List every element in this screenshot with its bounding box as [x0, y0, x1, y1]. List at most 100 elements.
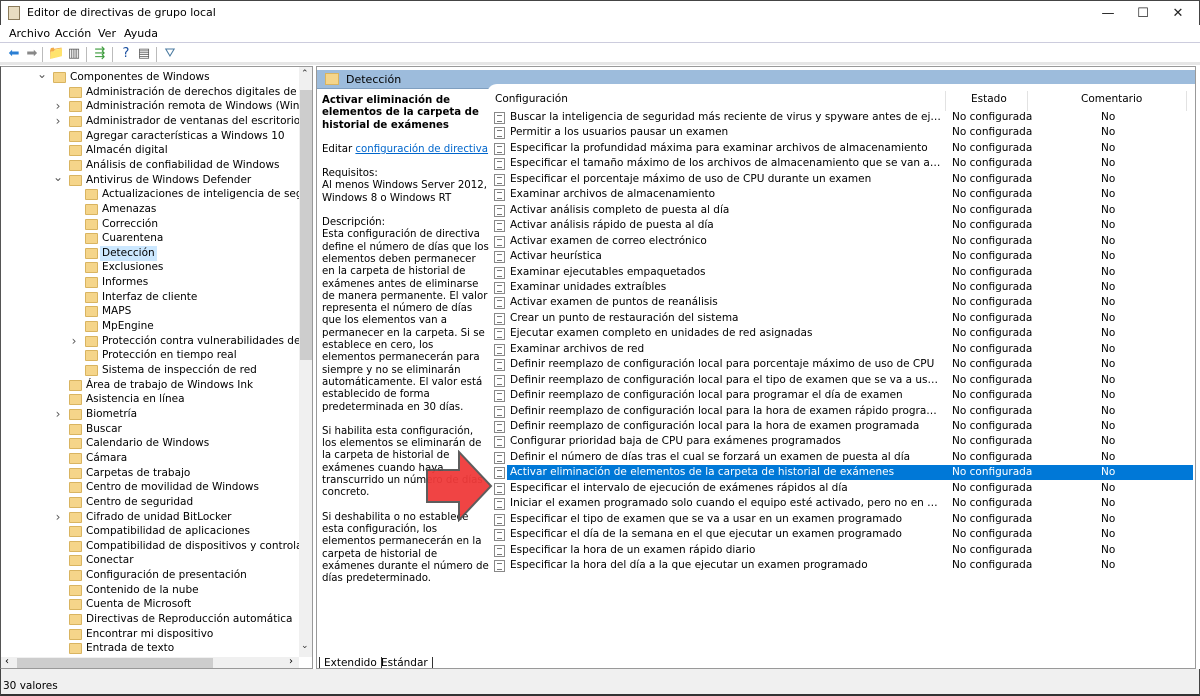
- tree-item[interactable]: Carpetas de trabajo: [1, 466, 299, 481]
- menu-accion[interactable]: Acción: [55, 27, 91, 40]
- tree-item[interactable]: Administración de derechos digitales de …: [1, 85, 312, 100]
- tree-item[interactable]: MpEngine: [1, 319, 299, 334]
- tree-item[interactable]: › Administrador de ventanas del escritori…: [1, 114, 301, 129]
- policy-row[interactable]: Activar eliminación de elementos de la c…: [494, 465, 1193, 481]
- policy-row[interactable]: Iniciar el examen programado solo cuando…: [491, 496, 1193, 511]
- policy-row[interactable]: Especificar el tipo de examen que se va …: [491, 512, 1193, 527]
- tree-item[interactable]: Cuarentena: [1, 231, 299, 246]
- column-header-comentario[interactable]: Comentario: [1081, 93, 1142, 109]
- tree-item[interactable]: Compatibilidad de aplicaciones: [1, 524, 299, 539]
- back-arrow-icon[interactable]: ⬅: [6, 46, 22, 62]
- tree-item[interactable]: Detección: [1, 245, 299, 261]
- tree-item[interactable]: Buscar: [1, 422, 299, 437]
- tree-item[interactable]: Amenazas: [1, 202, 299, 217]
- tree-item[interactable]: Análisis de confiabilidad de Windows: [1, 158, 299, 173]
- policy-row[interactable]: Definir reemplazo de configuración local…: [491, 388, 1193, 403]
- tree-item[interactable]: Encontrar mi dispositivo: [1, 627, 299, 642]
- tree-item[interactable]: Centro de seguridad: [1, 495, 299, 510]
- tree-item[interactable]: › Cifrado de unidad BitLocker: [1, 510, 299, 525]
- chevron-right-icon[interactable]: ›: [53, 407, 63, 422]
- tree-item[interactable]: Directivas de Reproducción automática: [1, 612, 299, 627]
- tree-item[interactable]: ⌄ Antivirus de Windows Defender: [1, 170, 299, 188]
- menu-ver[interactable]: Ver: [98, 27, 116, 40]
- tree-item[interactable]: Conectar: [1, 553, 299, 568]
- policy-row[interactable]: Activar examen de puntos de reanálisis No…: [491, 295, 1193, 310]
- tree-item[interactable]: Compatibilidad de dispositivos y control…: [1, 539, 312, 554]
- properties-icon[interactable]: ▤: [136, 46, 152, 62]
- policy-row[interactable]: Especificar el intervalo de ejecución de…: [491, 481, 1193, 496]
- tree-item[interactable]: Protección en tiempo real: [1, 348, 299, 363]
- policy-row[interactable]: Examinar unidades extraíbles No configura…: [491, 280, 1193, 295]
- policy-row[interactable]: Definir el número de días tras el cual s…: [491, 450, 1193, 465]
- policy-row[interactable]: Permitir a los usuarios pausar un examen…: [491, 125, 1193, 140]
- menu-ayuda[interactable]: Ayuda: [124, 27, 158, 40]
- tree-vertical-scrollbar[interactable]: ⌃ ⌄: [299, 67, 312, 657]
- scroll-up-icon[interactable]: ⌃: [301, 69, 309, 79]
- tree-item[interactable]: Cámara: [1, 451, 299, 466]
- tree-item[interactable]: Exclusiones: [1, 260, 299, 275]
- policy-row[interactable]: Especificar el día de la semana en el qu…: [491, 527, 1193, 542]
- chevron-right-icon[interactable]: ›: [53, 510, 63, 525]
- tree-item[interactable]: Asistencia en línea: [1, 392, 299, 407]
- policy-row[interactable]: Especificar el tamaño máximo de los arch…: [491, 156, 1193, 171]
- tree-item[interactable]: › Protección contra vulnerabilidades de s…: [1, 334, 312, 349]
- tree-item[interactable]: Cuenta de Microsoft: [1, 597, 299, 612]
- chevron-down-icon[interactable]: ⌄: [53, 170, 63, 185]
- tree-item[interactable]: Área de trabajo de Windows Ink: [1, 378, 299, 393]
- policy-row[interactable]: Activar heurística No configurada No: [491, 249, 1193, 264]
- tree-item[interactable]: Calendario de Windows: [1, 436, 299, 451]
- policy-row[interactable]: Examinar ejecutables empaquetados No conf…: [491, 265, 1193, 280]
- policy-row[interactable]: Especificar la profundidad máxima para e…: [491, 141, 1193, 156]
- policy-row[interactable]: Ejecutar examen completo en unidades de …: [491, 326, 1193, 341]
- up-folder-icon[interactable]: 📁: [48, 46, 64, 62]
- policy-row[interactable]: Especificar la hora del día a la que eje…: [491, 558, 1193, 573]
- tree-item[interactable]: Entrada de texto: [1, 641, 299, 656]
- tree-item[interactable]: Configuración de presentación: [1, 568, 299, 583]
- column-header-estado[interactable]: Estado: [971, 93, 1007, 109]
- filter-icon[interactable]: ⛛: [162, 46, 178, 62]
- menu-archivo[interactable]: Archivo: [9, 27, 50, 40]
- policy-row[interactable]: Especificar el porcentaje máximo de uso …: [491, 172, 1193, 187]
- policy-row[interactable]: Activar análisis completo de puesta al d…: [491, 203, 1193, 218]
- tree-item[interactable]: › Biometría: [1, 407, 299, 422]
- policy-row[interactable]: Especificar la hora de un examen rápido …: [491, 543, 1193, 558]
- tab-extendido[interactable]: Extendido: [319, 657, 382, 668]
- policy-row[interactable]: Configurar prioridad baja de CPU para ex…: [491, 434, 1193, 449]
- tree-item[interactable]: Centro de movilidad de Windows: [1, 480, 299, 495]
- tree-item[interactable]: Agregar características a Windows 10: [1, 129, 299, 144]
- tree-item[interactable]: Almacén digital: [1, 143, 299, 158]
- export-list-icon[interactable]: ⇶: [92, 46, 108, 62]
- scroll-left-icon[interactable]: ‹: [5, 656, 9, 667]
- tree-item[interactable]: Sistema de inspección de red: [1, 363, 299, 378]
- forward-arrow-icon[interactable]: ➡: [24, 46, 40, 62]
- scroll-down-icon[interactable]: ⌄: [301, 641, 309, 651]
- policy-row[interactable]: Activar examen de correo electrónico No c…: [491, 234, 1193, 249]
- tree-item[interactable]: Contenido de la nube: [1, 583, 299, 598]
- tree-item[interactable]: MAPS: [1, 304, 299, 319]
- edit-policy-link[interactable]: configuración de directiva: [355, 144, 488, 155]
- tree-item[interactable]: › Administración remota de Windows (WinRM…: [1, 99, 312, 114]
- tab-estandar[interactable]: Estándar: [377, 657, 433, 668]
- scrollbar-thumb[interactable]: [300, 90, 312, 360]
- policy-row[interactable]: Definir reemplazo de configuración local…: [491, 373, 1193, 388]
- tree-item[interactable]: ⌄ Componentes de Windows: [1, 67, 299, 85]
- scrollbar-thumb[interactable]: [17, 658, 213, 668]
- policy-row[interactable]: Examinar archivos de red No configurada No: [491, 342, 1193, 357]
- policy-row[interactable]: Crear un punto de restauración del siste…: [491, 311, 1193, 326]
- tree-item[interactable]: Informes: [1, 275, 299, 290]
- tree-horizontal-scrollbar[interactable]: ‹ ›: [1, 656, 299, 668]
- policy-row[interactable]: Activar análisis rápido de puesta al día…: [491, 218, 1193, 233]
- show-hide-tree-icon[interactable]: ▥: [66, 46, 82, 62]
- help-icon[interactable]: ?: [118, 46, 134, 62]
- policy-row[interactable]: Definir reemplazo de configuración local…: [491, 357, 1193, 372]
- policy-row[interactable]: Examinar archivos de almacenamiento No co…: [491, 187, 1193, 202]
- tree-item[interactable]: Actualizaciones de inteligencia de segur…: [1, 187, 312, 202]
- policy-row[interactable]: Definir reemplazo de configuración local…: [491, 419, 1193, 434]
- policy-row[interactable]: Buscar la inteligencia de seguridad más …: [491, 110, 1193, 125]
- chevron-right-icon[interactable]: ›: [69, 334, 79, 349]
- policy-row[interactable]: Definir reemplazo de configuración local…: [491, 404, 1193, 419]
- chevron-right-icon[interactable]: ›: [53, 99, 63, 114]
- tree-item[interactable]: Corrección: [1, 217, 299, 232]
- tree-item[interactable]: Interfaz de cliente: [1, 290, 299, 305]
- chevron-right-icon[interactable]: ›: [53, 114, 63, 129]
